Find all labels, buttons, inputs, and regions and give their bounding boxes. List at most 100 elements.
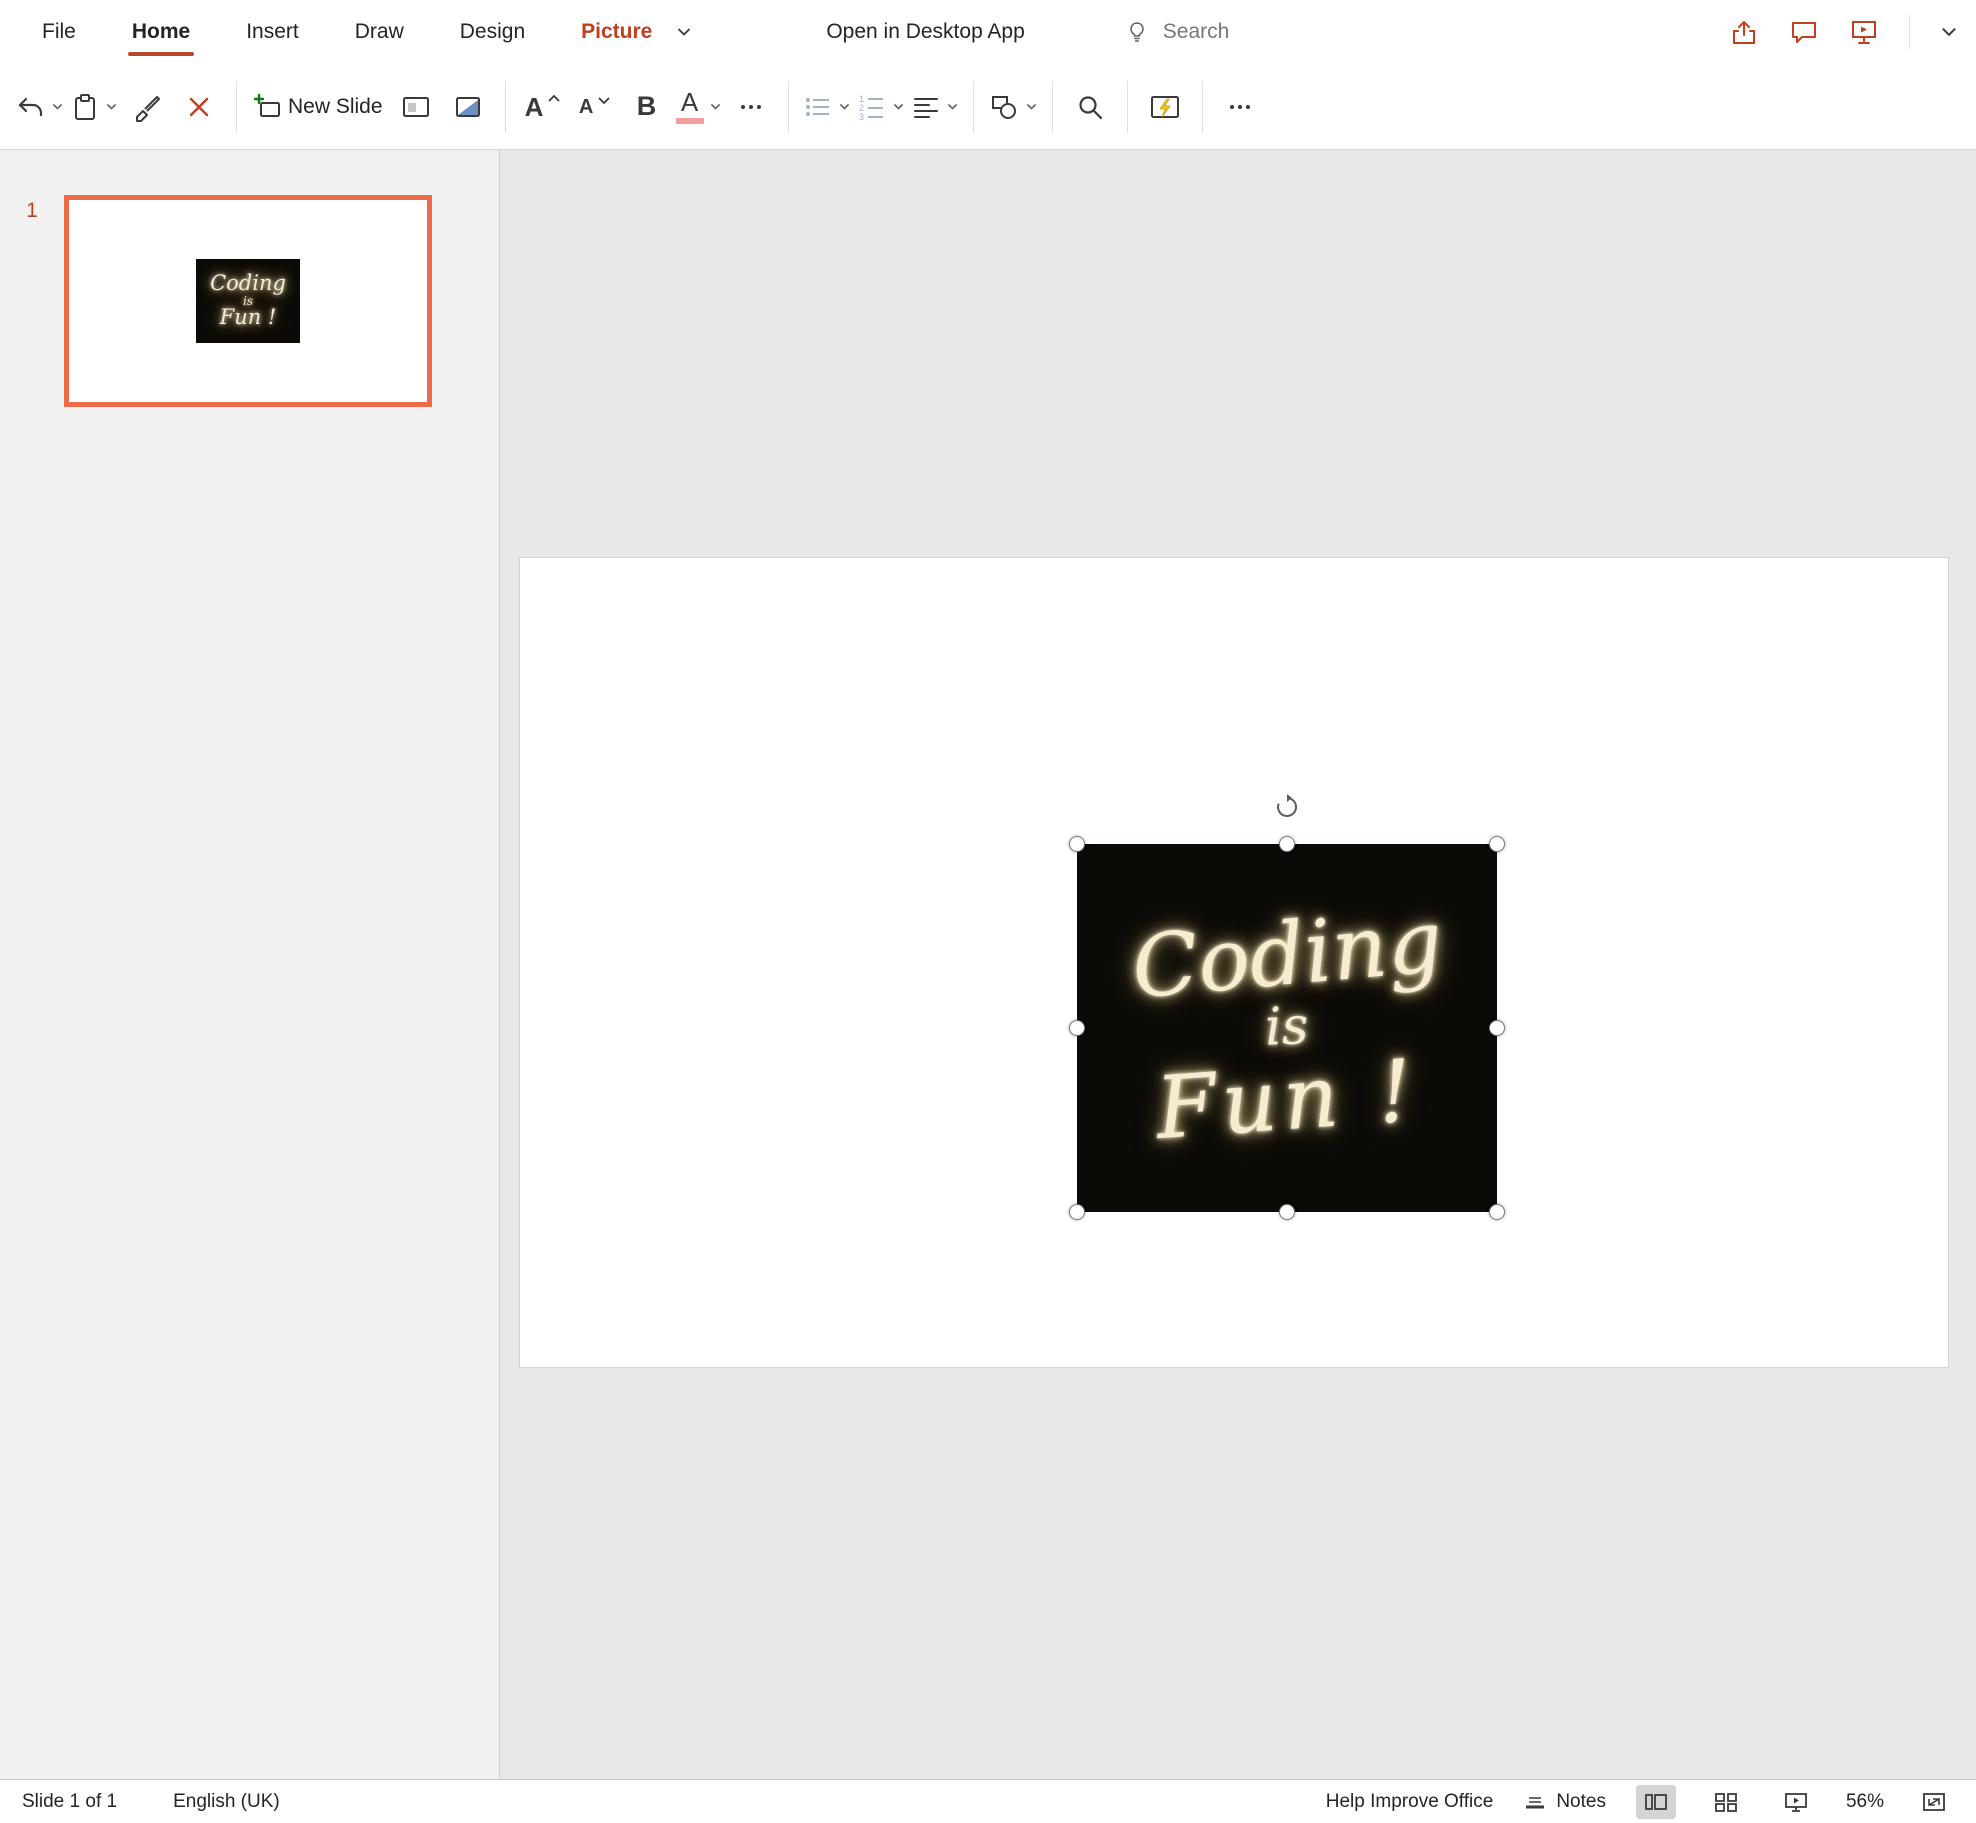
new-slide-label: New Slide <box>288 94 383 118</box>
open-in-desktop-app-button[interactable]: Open in Desktop App <box>826 20 1024 44</box>
find-button[interactable] <box>1067 78 1113 136</box>
format-painter-button[interactable] <box>124 78 170 136</box>
slide-number-label: 1 <box>26 199 38 222</box>
normal-view-button[interactable] <box>1635 1784 1676 1819</box>
ribbon-divider <box>972 80 974 133</box>
menu-tab-draw[interactable]: Draw <box>327 0 432 64</box>
resize-handle-middle-right[interactable] <box>1489 1020 1505 1036</box>
present-icon[interactable] <box>1849 17 1879 47</box>
font-decrease-glyph: A <box>578 95 594 118</box>
ribbon-divider <box>504 80 506 133</box>
font-color-chevron-icon[interactable] <box>709 100 722 113</box>
top-right-actions <box>1729 15 1958 49</box>
undo-clipboard-group <box>16 78 222 136</box>
resize-handle-top-left[interactable] <box>1069 836 1085 852</box>
font-color-button[interactable]: A <box>675 78 722 136</box>
menu-tab-design[interactable]: Design <box>432 0 553 64</box>
slide-sorter-view-button[interactable] <box>1706 1785 1746 1819</box>
picture-tab-chevron-icon[interactable] <box>662 0 706 64</box>
more-ribbon-commands-icon[interactable] <box>1217 78 1263 136</box>
resize-handle-bottom-left[interactable] <box>1069 1204 1085 1220</box>
menu-bar: File Home Insert Draw Design Picture Ope… <box>0 0 1976 64</box>
more-font-options-icon[interactable] <box>728 78 774 136</box>
shapes-chevron-icon[interactable] <box>1025 100 1038 113</box>
notes-toggle[interactable]: Notes <box>1523 1790 1606 1814</box>
delete-button[interactable] <box>176 78 222 136</box>
undo-button[interactable] <box>16 78 64 136</box>
resize-handle-top-right[interactable] <box>1489 836 1505 852</box>
bullets-chevron-icon[interactable] <box>838 100 851 113</box>
ribbon-divider <box>787 80 789 133</box>
fit-to-window-button[interactable] <box>1914 1785 1954 1819</box>
status-bar: Slide 1 of 1 English (UK) Help Improve O… <box>0 1779 1976 1823</box>
resize-handle-bottom-middle[interactable] <box>1279 1204 1295 1220</box>
rotate-handle-icon[interactable] <box>1274 794 1300 820</box>
thumbnail-picture-preview: Coding is Fun ! <box>196 259 300 343</box>
menu-tab-home[interactable]: Home <box>104 0 218 64</box>
slide-1-thumbnail[interactable]: Coding is Fun ! <box>64 195 432 407</box>
reset-slide-icon[interactable] <box>445 78 491 136</box>
more-ribbon-options-chevron-icon[interactable] <box>1940 23 1958 41</box>
powerpoint-web-app: File Home Insert Draw Design Picture Ope… <box>0 0 1976 1823</box>
slides-group: New Slide <box>251 78 491 136</box>
paragraph-group: 123 <box>803 78 959 136</box>
resize-handle-bottom-right[interactable] <box>1489 1204 1505 1220</box>
ribbon-toolbar: New Slide A A B A 1 2 3 <box>0 64 1976 150</box>
bold-glyph: B <box>636 91 657 121</box>
selected-picture-wrapper: Coding is Fun ! <box>1069 794 1505 1220</box>
thumb-picture-text-line1: Coding <box>210 271 286 296</box>
coding-is-fun-picture[interactable]: Coding is Fun ! <box>1077 844 1497 1212</box>
new-slide-button[interactable]: New Slide <box>251 78 387 136</box>
align-button[interactable] <box>911 78 959 136</box>
resize-handle-top-middle[interactable] <box>1279 836 1295 852</box>
search-input[interactable]: Search <box>1125 20 1230 44</box>
designer-button[interactable] <box>1142 78 1188 136</box>
content-area: 1 Coding is Fun ! Coding is Fun ! <box>0 150 1976 1779</box>
undo-chevron-icon[interactable] <box>51 100 64 113</box>
resize-handle-middle-left[interactable] <box>1069 1020 1085 1036</box>
font-color-swatch <box>675 118 704 124</box>
picture-text-line1: Coding <box>1127 891 1446 1019</box>
picture-text-line3: Fun ! <box>1152 1040 1422 1159</box>
language-selector[interactable]: English (UK) <box>173 1791 280 1813</box>
slide-thumbnail-panel: 1 Coding is Fun ! <box>0 150 500 1779</box>
slide-1-editing-surface[interactable]: Coding is Fun ! <box>520 558 1948 1367</box>
font-group: A A B A <box>520 78 774 136</box>
slideshow-view-button[interactable] <box>1776 1785 1816 1819</box>
menu-tabs: File Home Insert Draw Design Picture <box>14 0 706 64</box>
shapes-button[interactable] <box>988 78 1038 136</box>
zoom-level[interactable]: 56% <box>1846 1791 1884 1813</box>
status-bar-right: Help Improve Office Notes 56% <box>1326 1784 1954 1819</box>
status-bar-left: Slide 1 of 1 English (UK) <box>22 1791 280 1813</box>
share-icon[interactable] <box>1729 17 1759 47</box>
layout-icon[interactable] <box>393 78 439 136</box>
thumbnail-row: 1 Coding is Fun ! <box>0 195 499 407</box>
slide-indicator: Slide 1 of 1 <box>22 1790 118 1812</box>
ribbon-divider <box>1201 80 1203 133</box>
numbering-button[interactable]: 123 <box>857 78 905 136</box>
top-actions-divider <box>1909 15 1910 49</box>
comments-icon[interactable] <box>1789 17 1819 47</box>
menu-tab-insert[interactable]: Insert <box>218 0 327 64</box>
ribbon-divider <box>1126 80 1128 133</box>
thumb-picture-text-line3: Fun ! <box>219 305 277 330</box>
bold-button[interactable]: B <box>624 78 670 136</box>
shapes-group <box>988 78 1038 136</box>
paste-chevron-icon[interactable] <box>105 100 118 113</box>
ribbon-divider <box>236 80 237 133</box>
svg-text:3: 3 <box>859 112 864 122</box>
menu-tab-file[interactable]: File <box>14 0 104 64</box>
lightbulb-icon <box>1125 20 1149 44</box>
decrease-font-size-button[interactable]: A <box>572 78 618 136</box>
increase-font-size-button[interactable]: A <box>520 78 566 136</box>
notes-icon <box>1523 1790 1547 1814</box>
font-increase-glyph: A <box>524 91 544 122</box>
paste-button[interactable] <box>70 78 118 136</box>
align-chevron-icon[interactable] <box>946 100 959 113</box>
numbering-chevron-icon[interactable] <box>892 100 905 113</box>
ribbon-divider <box>1051 80 1053 133</box>
help-improve-office-link[interactable]: Help Improve Office <box>1326 1791 1494 1813</box>
search-placeholder: Search <box>1162 20 1230 43</box>
bullets-button[interactable] <box>803 78 851 136</box>
menu-tab-picture[interactable]: Picture <box>553 0 662 64</box>
